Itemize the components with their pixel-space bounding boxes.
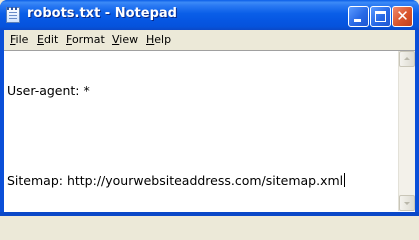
maximize-icon [375, 11, 386, 22]
maximize-button[interactable] [370, 6, 391, 27]
minimize-icon [354, 19, 361, 22]
notepad-icon[interactable] [6, 7, 20, 23]
menu-view-label: iew [119, 33, 139, 46]
minimize-button[interactable] [348, 6, 369, 27]
notepad-window: robots.txt - Notepad ✕ File Edit Format … [0, 0, 419, 216]
close-icon: ✕ [396, 7, 409, 25]
menu-format[interactable]: Format [66, 33, 105, 46]
close-button[interactable]: ✕ [392, 6, 413, 27]
menu-help-label: elp [154, 33, 172, 46]
menu-file[interactable]: File [10, 33, 28, 46]
editor-text-area[interactable]: User-agent: * Sitemap: http://yourwebsit… [7, 53, 395, 209]
menu-bar: File Edit Format View Help [4, 30, 415, 49]
editor-line: User-agent: * [7, 83, 90, 98]
text-editor[interactable]: User-agent: * Sitemap: http://yourwebsit… [4, 50, 415, 212]
menu-view[interactable]: View [112, 33, 138, 46]
window-title: robots.txt - Notepad [27, 6, 177, 21]
editor-line-with-caret: Sitemap: http://yourwebsiteaddress.com/s… [7, 173, 395, 188]
menu-edit[interactable]: Edit [37, 33, 58, 46]
menu-help[interactable]: Help [146, 33, 171, 46]
text-caret [344, 173, 346, 187]
menu-edit-label: dit [43, 33, 59, 46]
menu-file-label: ile [15, 33, 29, 46]
menu-format-accel: ormat [71, 33, 105, 46]
vertical-scrollbar[interactable] [398, 51, 415, 211]
menu-edit-accel: E [37, 33, 44, 46]
window-bottom-border [0, 212, 419, 216]
title-bar[interactable]: robots.txt - Notepad ✕ [0, 0, 419, 30]
editor-line-text: Sitemap: http://yourwebsiteaddress.com/s… [7, 173, 344, 188]
scroll-up-arrow-icon[interactable] [399, 51, 415, 67]
scroll-down-arrow-icon[interactable] [399, 195, 415, 211]
window-body: File Edit Format View Help User-agent: *… [4, 30, 415, 212]
